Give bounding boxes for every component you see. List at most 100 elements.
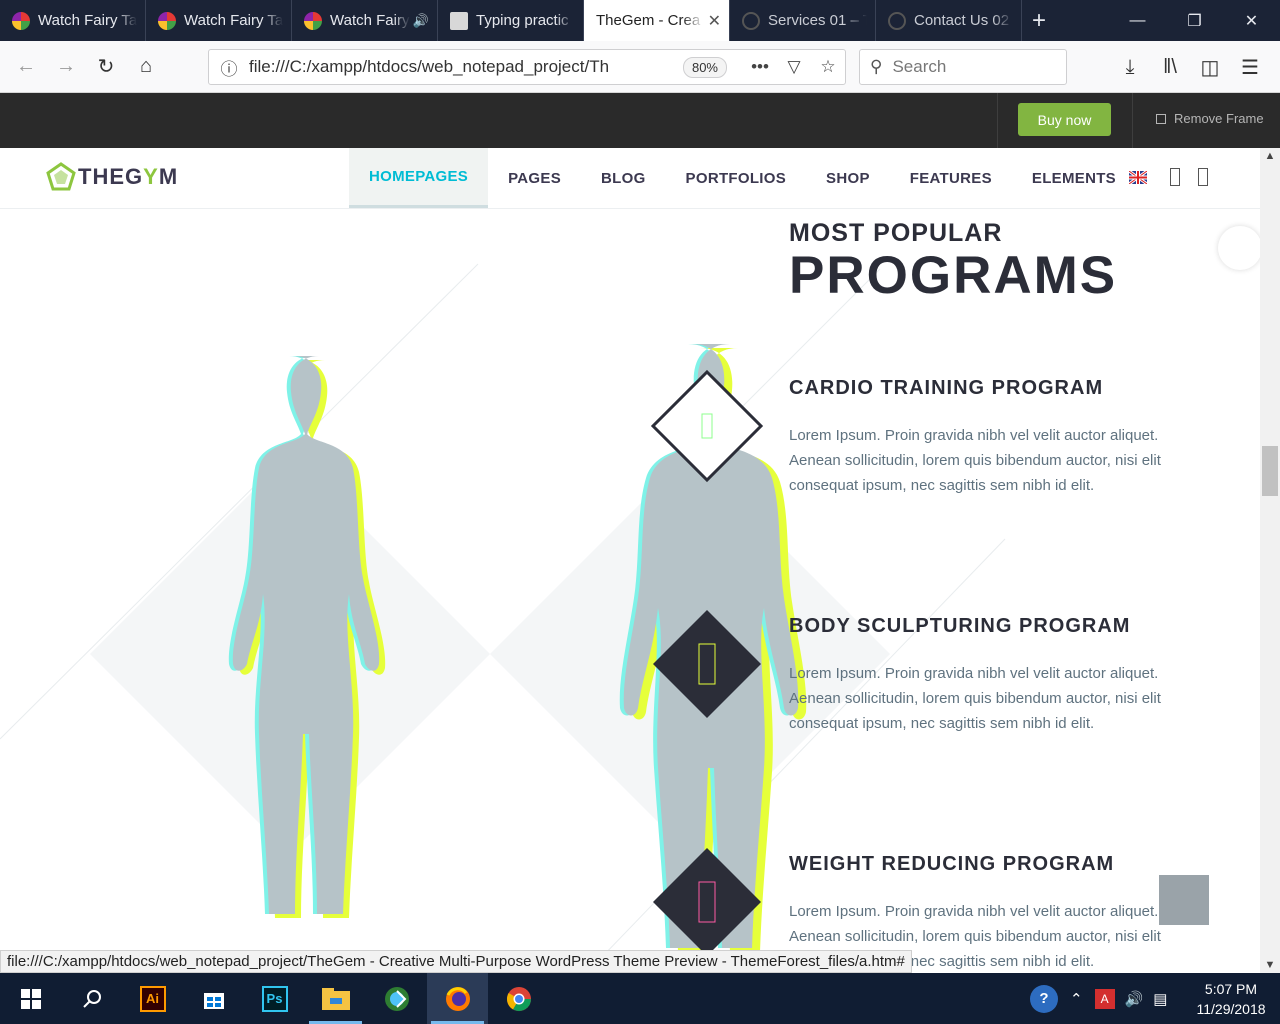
ie-browser-icon <box>304 11 322 30</box>
menu-item-elements[interactable]: ELEMENTS <box>1012 148 1136 208</box>
logo-text: THEGYM <box>78 164 179 189</box>
tab-title: Services 01 – T <box>768 12 867 29</box>
tab-watch-fairy-3[interactable]: Watch Fairy 🔊 <box>292 0 438 41</box>
address-text[interactable]: file:///C:/xampp/htdocs/web_notepad_proj… <box>249 57 683 77</box>
system-clock[interactable]: 5:07 PM 11/29/2018 <box>1188 979 1274 1019</box>
action-center-icon[interactable]: ▤ <box>1153 990 1167 1008</box>
acrobat-icon[interactable]: A <box>1094 988 1115 1009</box>
tab-watch-fairy-1[interactable]: Watch Fairy Ta <box>0 0 146 41</box>
scroll-down-icon[interactable]: ▼ <box>1260 959 1280 971</box>
info-icon[interactable]: ⓘ <box>209 55 249 80</box>
section-kicker: MOST POPULAR <box>789 219 1003 247</box>
scroll-up-icon[interactable]: ▲ <box>1260 150 1280 162</box>
forward-button[interactable]: → <box>46 47 86 87</box>
photoshop-icon[interactable]: Ps <box>244 973 305 1024</box>
tab-contact[interactable]: Contact Us 02 <box>876 0 1022 41</box>
menu-icon[interactable]: ☰ <box>1230 47 1270 87</box>
sculpt-diamond-marker[interactable] <box>647 604 767 724</box>
tab-typing-practice[interactable]: Typing practic <box>438 0 584 41</box>
zoom-indicator[interactable]: 80% <box>682 56 727 78</box>
close-window-button[interactable]: ✕ <box>1223 0 1280 41</box>
firefox-icon[interactable] <box>427 973 488 1024</box>
store-icon[interactable] <box>183 973 244 1024</box>
frame-checkbox-icon <box>1156 113 1166 124</box>
divider <box>1132 93 1133 148</box>
page-scrollbar[interactable]: ▲ ▼ <box>1260 148 1280 973</box>
menu-item-features[interactable]: FEATURES <box>890 148 1012 208</box>
nav-toolbar: ← → ↻ ⌂ ⓘ file:///C:/xampp/htdocs/web_no… <box>0 41 1280 93</box>
tab-title: Watch Fairy Ta <box>38 12 137 29</box>
search-icon[interactable] <box>1198 168 1208 186</box>
library-icon[interactable]: ‖\ <box>1150 47 1190 87</box>
main-menu: HOMEPAGES PAGES BLOG PORTFOLIOS SHOP FEA… <box>349 148 1136 208</box>
search-placeholder: Search <box>892 57 947 76</box>
section-title: PROGRAMS <box>789 246 1118 305</box>
pocket-icon[interactable]: ▽ <box>777 57 811 77</box>
program-title: WEIGHT REDUCING PROGRAM <box>789 853 1115 875</box>
illustrator-icon[interactable]: Ai <box>122 973 183 1024</box>
scroll-thumb[interactable] <box>1262 446 1278 496</box>
remove-frame-link[interactable]: Remove Frame <box>1156 111 1264 126</box>
weight-diamond-marker[interactable] <box>647 842 767 962</box>
reload-button[interactable]: ↻ <box>86 47 126 87</box>
tab-title: Watch Fairy Ta <box>184 12 283 29</box>
clock-time: 5:07 PM <box>1204 981 1258 997</box>
remove-frame-label: Remove Frame <box>1174 111 1264 126</box>
site-header: THEGYM HOMEPAGES PAGES BLOG PORTFOLIOS S… <box>0 148 1260 209</box>
uk-flag-icon[interactable] <box>1129 171 1147 184</box>
cart-icon[interactable] <box>1170 168 1180 186</box>
file-explorer-icon[interactable] <box>305 973 366 1024</box>
buy-now-button[interactable]: Buy now <box>1018 103 1111 136</box>
tab-title: Watch Fairy <box>330 12 410 29</box>
windows-taskbar: Ai Ps ? ⌃ A 🔊 ▤ 5:07 PM 11/29/2018 <box>0 973 1280 1024</box>
close-tab-icon[interactable]: ✕ <box>708 11 721 31</box>
minimize-button[interactable]: — <box>1109 0 1166 41</box>
tab-thegem[interactable]: TheGem - Crea ✕ <box>584 0 730 41</box>
page-actions-icon[interactable]: ••• <box>743 57 777 77</box>
downloads-icon[interactable]: ⤓ <box>1110 47 1150 87</box>
ie-browser-icon <box>158 11 176 30</box>
program-title: CARDIO TRAINING PROGRAM <box>789 377 1104 399</box>
tab-services[interactable]: Services 01 – T <box>730 0 876 41</box>
pentagon-icon <box>888 11 906 30</box>
preview-topbar: Buy now Remove Frame <box>0 93 1280 148</box>
menu-item-portfolios[interactable]: PORTFOLIOS <box>666 148 807 208</box>
tab-title: Typing practic <box>476 12 569 29</box>
menu-item-blog[interactable]: BLOG <box>581 148 666 208</box>
windows-start-icon[interactable] <box>0 973 61 1024</box>
female-silhouette-image <box>228 356 386 918</box>
chevron-up-icon[interactable]: ⌃ <box>1070 990 1083 1008</box>
logo-pentagon-icon <box>46 162 76 191</box>
program-description: Lorem Ipsum. Proin gravida nibh vel veli… <box>789 665 1161 732</box>
menu-item-homepages[interactable]: HOMEPAGES <box>349 148 489 208</box>
back-button[interactable]: ← <box>6 47 46 87</box>
idm-icon[interactable] <box>366 973 427 1024</box>
maximize-button[interactable]: ❐ <box>1166 0 1223 41</box>
cardio-diamond-marker[interactable] <box>647 366 767 486</box>
tab-watch-fairy-2[interactable]: Watch Fairy Ta <box>146 0 292 41</box>
search-icon: ⚲ <box>870 57 883 76</box>
speaker-icon[interactable]: 🔊 <box>413 13 429 29</box>
search-input[interactable]: ⚲ Search <box>859 49 1067 85</box>
side-badge-icon[interactable] <box>1218 226 1260 270</box>
new-tab-button[interactable]: + <box>1022 0 1056 41</box>
tab-strip: Watch Fairy Ta Watch Fairy Ta Watch Fair… <box>0 0 1280 41</box>
address-bar[interactable]: ⓘ file:///C:/xampp/htdocs/web_notepad_pr… <box>208 49 846 85</box>
program-description: Lorem Ipsum. Proin gravida nibh vel veli… <box>789 427 1161 494</box>
link-status-bar: file:///C:/xampp/htdocs/web_notepad_proj… <box>0 950 912 973</box>
bookmark-star-icon[interactable]: ☆ <box>811 57 845 77</box>
program-title: BODY SCULPTURING PROGRAM <box>789 615 1131 637</box>
menu-item-pages[interactable]: PAGES <box>488 148 581 208</box>
system-tray: ? ⌃ A 🔊 ▤ <box>1030 973 1167 1024</box>
help-icon[interactable]: ? <box>1030 984 1058 1013</box>
back-to-top-button[interactable] <box>1159 875 1209 925</box>
sidebar-icon[interactable]: ◫ <box>1190 47 1230 87</box>
menu-item-shop[interactable]: SHOP <box>806 148 890 208</box>
divider <box>997 93 998 148</box>
search-icon[interactable] <box>61 973 122 1024</box>
site-logo[interactable]: THEGYM <box>46 162 178 192</box>
volume-icon[interactable]: 🔊 <box>1125 990 1144 1008</box>
chrome-icon[interactable] <box>488 973 549 1024</box>
tab-title: Contact Us 02 <box>914 12 1010 29</box>
home-button[interactable]: ⌂ <box>126 47 166 87</box>
